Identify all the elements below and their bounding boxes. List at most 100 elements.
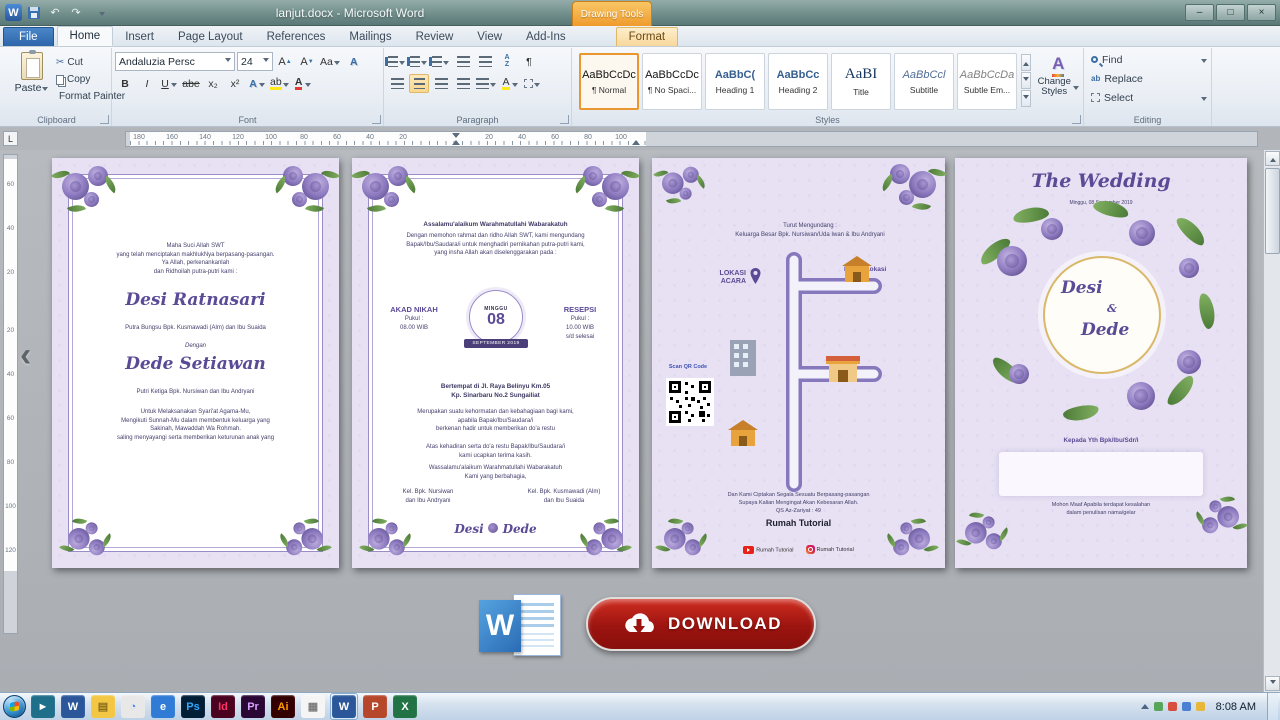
line-spacing-button[interactable]: [475, 74, 498, 93]
paragraph-dialog-launcher[interactable]: [560, 115, 569, 124]
maximize-button[interactable]: □: [1216, 4, 1245, 21]
show-desktop-button[interactable]: [1267, 693, 1278, 720]
grow-font-button[interactable]: A▲: [275, 52, 295, 71]
scroll-down-button[interactable]: [1265, 676, 1280, 691]
start-button[interactable]: [3, 695, 26, 718]
strikethrough-button[interactable]: abe: [181, 74, 201, 93]
tray-icon[interactable]: [1168, 702, 1177, 711]
text-effects-button[interactable]: A: [247, 74, 267, 93]
show-formatting-marks-button[interactable]: ¶: [519, 52, 539, 71]
italic-button[interactable]: I: [137, 74, 157, 93]
styles-scroll-down[interactable]: [1021, 72, 1031, 89]
vertical-scrollbar[interactable]: [1263, 150, 1280, 692]
font-color-button[interactable]: A: [293, 74, 313, 93]
taskbar-icon-internet-explorer[interactable]: e: [150, 694, 176, 719]
format-painter-button[interactable]: Format Painter: [56, 88, 110, 105]
tab-page-layout[interactable]: Page Layout: [166, 28, 255, 46]
taskbar-icon-excel[interactable]: X: [392, 694, 418, 719]
scroll-up-button[interactable]: [1265, 151, 1280, 166]
clipboard-dialog-launcher[interactable]: [100, 115, 109, 124]
copy-button[interactable]: Copy: [56, 71, 110, 88]
font-family-combo[interactable]: Andaluzia Persc: [115, 52, 235, 71]
save-button[interactable]: [25, 5, 43, 21]
tray-icon[interactable]: [1196, 702, 1205, 711]
paste-button[interactable]: Paste: [10, 52, 54, 112]
word-app-icon[interactable]: W: [5, 4, 22, 21]
shrink-font-button[interactable]: A▼: [297, 52, 317, 71]
taskbar-icon-word-active[interactable]: W: [330, 693, 358, 720]
underline-button[interactable]: U: [159, 74, 179, 93]
taskbar-icon-photoshop[interactable]: Ps: [180, 694, 206, 719]
change-case-button[interactable]: Aa: [319, 52, 342, 71]
customize-qat-button[interactable]: [88, 5, 106, 21]
tab-file[interactable]: File: [3, 27, 54, 46]
cut-button[interactable]: ✂Cut: [56, 54, 110, 71]
increase-indent-button[interactable]: [475, 52, 495, 71]
undo-button[interactable]: ↶: [46, 5, 64, 21]
tab-view[interactable]: View: [465, 28, 514, 46]
download-button[interactable]: DOWNLOAD: [586, 597, 816, 651]
scrollbar-thumb[interactable]: [1265, 168, 1280, 254]
multilevel-list-button[interactable]: [431, 52, 451, 71]
taskbar-icon-illustrator[interactable]: Ai: [270, 694, 296, 719]
change-styles-button[interactable]: A Change Styles: [1036, 54, 1080, 110]
tab-home[interactable]: Home: [57, 26, 114, 46]
minimize-button[interactable]: –: [1185, 4, 1214, 21]
document-page-2[interactable]: Assalamu'alaikum Warahmatullahi Wabaraka…: [352, 158, 639, 568]
font-dialog-launcher[interactable]: [372, 115, 381, 124]
taskbar-clock[interactable]: 8:08 AM: [1210, 701, 1262, 713]
tab-mailings[interactable]: Mailings: [337, 28, 403, 46]
styles-dialog-launcher[interactable]: [1072, 115, 1081, 124]
tab-insert[interactable]: Insert: [113, 28, 166, 46]
align-left-button[interactable]: [387, 74, 407, 93]
tab-format[interactable]: Format: [616, 27, 678, 46]
numbering-button[interactable]: [409, 52, 429, 71]
right-indent-marker[interactable]: [632, 136, 640, 145]
tab-add-ins[interactable]: Add-Ins: [514, 28, 578, 46]
style-subtitle[interactable]: AaBbCclSubtitle: [894, 53, 954, 110]
bullets-button[interactable]: [387, 52, 407, 71]
taskbar-icon-word-small[interactable]: W: [60, 694, 86, 719]
clear-formatting-button[interactable]: A: [344, 52, 364, 71]
highlight-color-button[interactable]: ab: [269, 74, 291, 93]
document-page-4[interactable]: The Wedding Minggu, 08 September 2019: [955, 158, 1247, 568]
tab-references[interactable]: References: [255, 28, 338, 46]
styles-scroll-up[interactable]: [1021, 54, 1031, 71]
replace-button[interactable]: abReplace: [1087, 69, 1208, 88]
borders-button[interactable]: [522, 74, 542, 93]
justify-button[interactable]: [453, 74, 473, 93]
taskbar-icon-chrome[interactable]: ◔: [120, 694, 146, 719]
tab-stop-selector[interactable]: L: [3, 131, 18, 146]
hidden-icons-button[interactable]: [1141, 700, 1149, 709]
taskbar-icon-explorer[interactable]: ▤: [90, 694, 116, 719]
style-title[interactable]: AaBITitle: [831, 53, 891, 110]
align-right-button[interactable]: [431, 74, 451, 93]
bold-button[interactable]: B: [115, 74, 135, 93]
styles-more-button[interactable]: [1021, 90, 1031, 107]
close-button[interactable]: ×: [1247, 4, 1276, 21]
taskbar-icon-indesign[interactable]: Id: [210, 694, 236, 719]
tab-review[interactable]: Review: [404, 28, 466, 46]
tray-icon[interactable]: [1182, 702, 1191, 711]
taskbar-icon-powerpoint[interactable]: P: [362, 694, 388, 719]
style-subtle-emphasis[interactable]: AaBbCcDaSubtle Em...: [957, 53, 1017, 110]
taskbar-icon-media-player[interactable]: ►: [30, 694, 56, 719]
style-normal[interactable]: AaBbCcDc¶ Normal: [579, 53, 639, 110]
taskbar-icon-premiere[interactable]: Pr: [240, 694, 266, 719]
style-heading-2[interactable]: AaBbCcHeading 2: [768, 53, 828, 110]
taskbar-icon-notes[interactable]: ▦: [300, 694, 326, 719]
sort-button[interactable]: AZ: [497, 52, 517, 71]
redo-button[interactable]: ↷: [67, 5, 85, 21]
select-button[interactable]: Select: [1087, 88, 1208, 107]
find-button[interactable]: Find: [1087, 50, 1208, 69]
superscript-button[interactable]: x²: [225, 74, 245, 93]
style-no-spacing[interactable]: AaBbCcDc¶ No Spaci...: [642, 53, 702, 110]
document-page-1[interactable]: Maha Suci Allah SWT yang telah menciptak…: [52, 158, 339, 568]
decrease-indent-button[interactable]: [453, 52, 473, 71]
hanging-indent-marker[interactable]: [452, 136, 460, 145]
font-size-combo[interactable]: 24: [237, 52, 273, 71]
document-page-3[interactable]: Turut Mengundang : Keluarga Besar Bpk. N…: [652, 158, 945, 568]
align-center-button[interactable]: [409, 74, 429, 93]
subscript-button[interactable]: x₂: [203, 74, 223, 93]
tray-icon[interactable]: [1154, 702, 1163, 711]
